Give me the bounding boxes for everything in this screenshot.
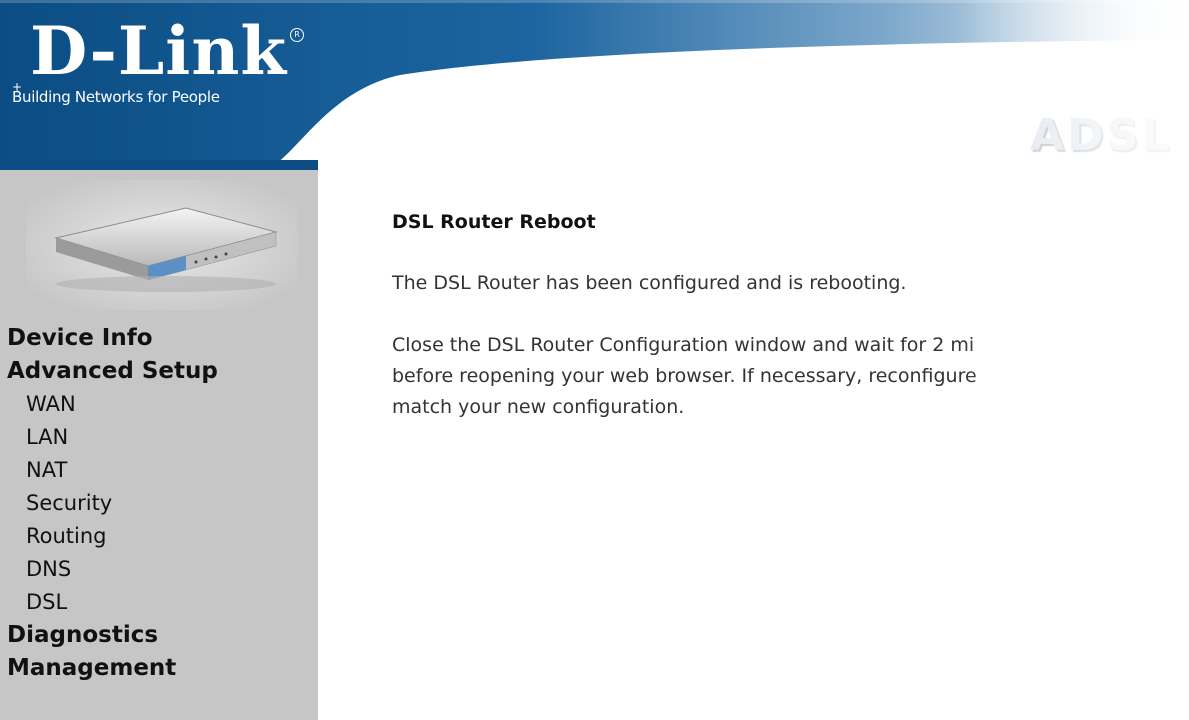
sidebar-item-diagnostics[interactable]: Diagnostics bbox=[7, 619, 218, 652]
dlink-logo[interactable]: D-Link bbox=[30, 18, 287, 84]
sidebar-item-routing[interactable]: Routing bbox=[7, 520, 218, 553]
main-content: DSL Router Reboot The DSL Router has bee… bbox=[392, 210, 1189, 418]
page-title: DSL Router Reboot bbox=[392, 211, 596, 233]
sidebar-item-dns[interactable]: DNS bbox=[7, 553, 218, 586]
sidebar-item-dsl[interactable]: DSL bbox=[7, 586, 218, 619]
reboot-instructions: Close the DSL Router Configuration windo… bbox=[392, 330, 977, 423]
page-header: D-Link R + Building Networks for People … bbox=[0, 0, 1189, 170]
sidebar-item-management[interactable]: Management bbox=[7, 652, 218, 685]
sidebar-item-nat[interactable]: NAT bbox=[7, 454, 218, 487]
sidebar-item-advanced-setup[interactable]: Advanced Setup bbox=[7, 355, 218, 388]
registered-mark-icon: R bbox=[290, 28, 304, 42]
instruction-line-1: Close the DSL Router Configuration windo… bbox=[392, 334, 975, 356]
reboot-status-message: The DSL Router has been configured and i… bbox=[392, 272, 907, 294]
instruction-line-2: before reopening your web browser. If ne… bbox=[392, 365, 977, 387]
instruction-line-3: match your new configuration. bbox=[392, 396, 685, 418]
sidebar-nav: Device Info Advanced Setup WAN LAN NAT S… bbox=[7, 322, 218, 685]
sidebar-item-wan[interactable]: WAN bbox=[7, 388, 218, 421]
sidebar-item-security[interactable]: Security bbox=[7, 487, 218, 520]
router-device-icon bbox=[26, 180, 298, 310]
sidebar-item-device-info[interactable]: Device Info bbox=[7, 322, 218, 355]
banner-title: ADSL R bbox=[1030, 110, 1189, 161]
sidebar: Device Info Advanced Setup WAN LAN NAT S… bbox=[0, 170, 318, 720]
logo-tagline: Building Networks for People bbox=[12, 88, 220, 106]
sidebar-item-lan[interactable]: LAN bbox=[7, 421, 218, 454]
